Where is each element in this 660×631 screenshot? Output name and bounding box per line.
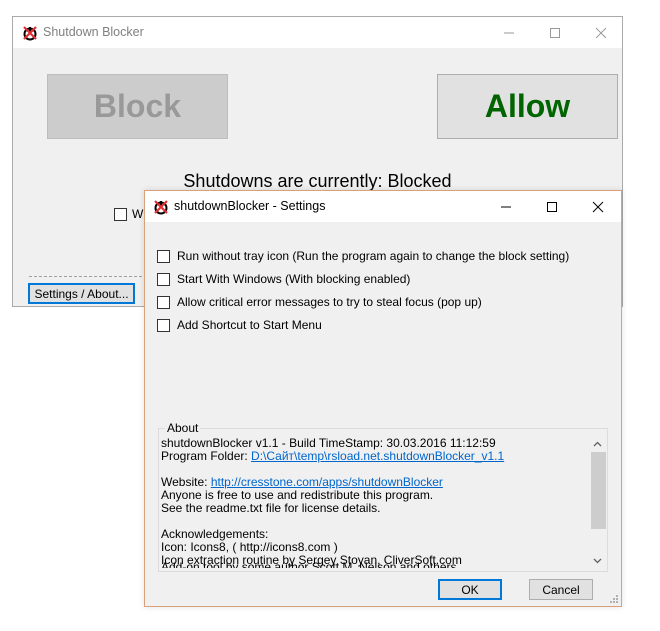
settings-dialog-title: shutdownBlocker - Settings (174, 199, 326, 213)
folder-label: Program Folder: (161, 449, 252, 463)
chevron-up-icon (593, 441, 602, 446)
settings-dialog: shutdownBlocker - Settings Run without t… (144, 190, 622, 607)
status-text: Shutdowns are currently: Blocked (183, 171, 452, 191)
resize-grip-icon[interactable] (609, 594, 619, 604)
main-titlebar[interactable]: Shutdown Blocker (13, 17, 622, 48)
checkbox[interactable] (157, 249, 170, 263)
checkbox[interactable] (157, 295, 170, 309)
scroll-up-button[interactable] (589, 435, 606, 452)
website-label: Website: (161, 475, 211, 489)
license-line: See the readme.txt file for license deta… (161, 501, 381, 515)
option-label: Allow critical error messages to try to … (177, 295, 482, 309)
program-folder-link[interactable]: D:\Сайт\temp\rsload.net.shutdownBlocker_… (251, 449, 504, 463)
settings-about-button[interactable]: Settings / About... (28, 283, 135, 304)
close-icon (595, 27, 607, 38)
about-group: About shutdownBlocker v1.1 - Build TimeS… (158, 421, 608, 572)
ok-button[interactable]: OK (438, 579, 502, 600)
close-button[interactable] (578, 17, 624, 48)
close-icon (592, 201, 604, 212)
about-scrollbar[interactable] (589, 435, 606, 569)
checkbox[interactable] (157, 272, 170, 286)
close-button[interactable] (575, 191, 621, 222)
scroll-down-button[interactable] (589, 552, 606, 569)
settings-titlebar[interactable]: shutdownBlocker - Settings (145, 191, 621, 222)
minimize-icon (504, 32, 514, 33)
cancel-button[interactable]: Cancel (529, 579, 593, 600)
minimize-icon (501, 206, 511, 207)
minimize-button[interactable] (486, 17, 532, 48)
minimize-button[interactable] (483, 191, 529, 222)
option-run-without-tray[interactable]: Run without tray icon (Run the program a… (157, 249, 569, 263)
chevron-down-icon (593, 558, 602, 563)
option-label: Add Shortcut to Start Menu (177, 318, 322, 332)
maximize-button[interactable] (532, 17, 578, 48)
allow-button[interactable]: Allow (437, 74, 618, 139)
scroll-thumb[interactable] (591, 452, 606, 529)
start-with-windows-checkbox[interactable] (114, 208, 127, 221)
block-button[interactable]: Block (47, 74, 228, 139)
maximize-icon (550, 27, 560, 38)
option-allow-critical-errors[interactable]: Allow critical error messages to try to … (157, 295, 482, 309)
website-link[interactable]: http://cresstone.com/apps/shutdownBlocke… (211, 475, 443, 489)
app-icon (22, 25, 38, 41)
option-add-shortcut[interactable]: Add Shortcut to Start Menu (157, 318, 322, 332)
maximize-icon (547, 201, 557, 212)
checkbox[interactable] (157, 318, 170, 332)
program-folder-line: Program Folder: D:\Сайт\temp\rsload.net.… (161, 450, 589, 463)
main-window-title: Shutdown Blocker (43, 25, 144, 39)
option-label: Run without tray icon (Run the program a… (177, 249, 570, 263)
option-label: Start With Windows (With blocking enable… (177, 272, 411, 286)
about-textbox[interactable]: shutdownBlocker v1.1 - Build TimeStamp: … (161, 437, 589, 568)
about-legend: About (165, 421, 201, 435)
app-icon (153, 199, 169, 215)
option-start-with-windows[interactable]: Start With Windows (With blocking enable… (157, 272, 410, 286)
ack-line: Add-on tool by some author Scott M. Nels… (161, 560, 457, 569)
maximize-button[interactable] (529, 191, 575, 222)
